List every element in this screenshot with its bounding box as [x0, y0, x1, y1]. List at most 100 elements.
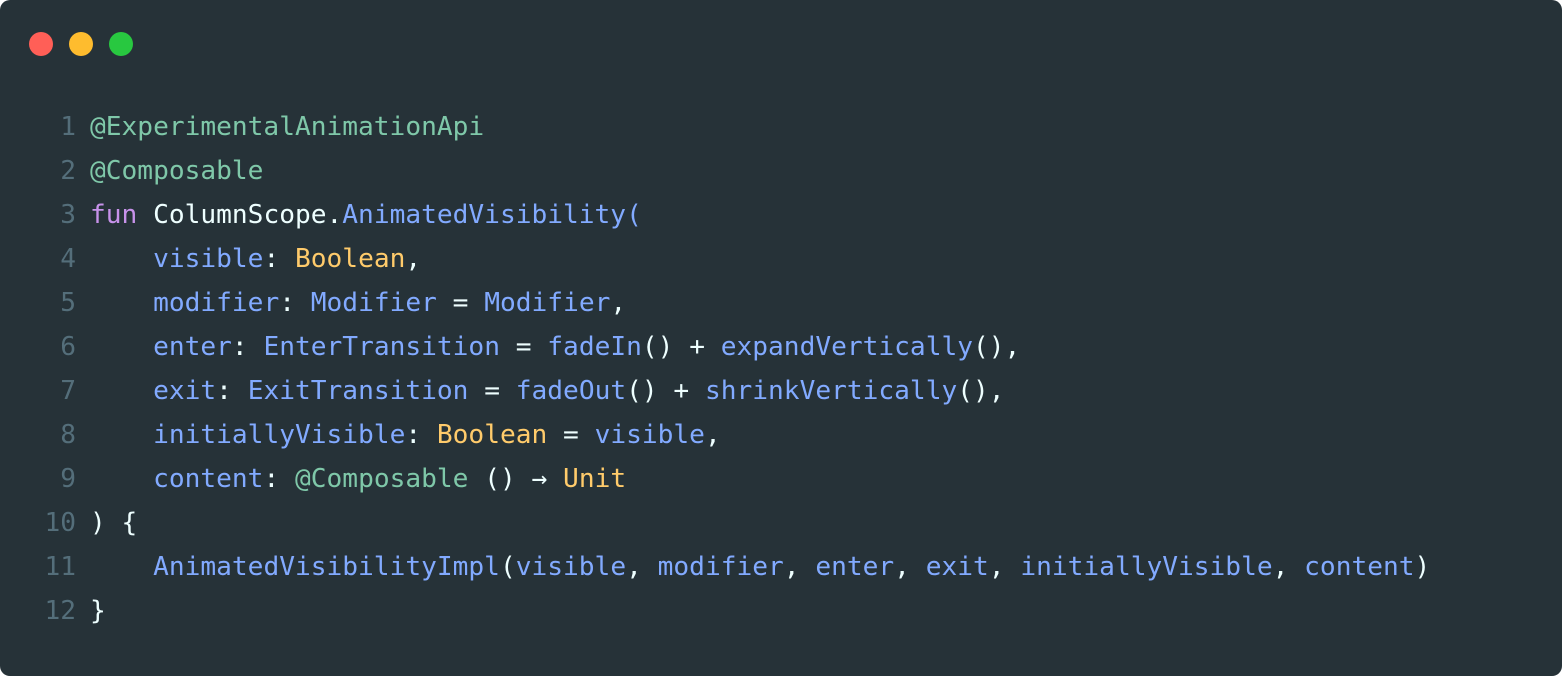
code-token-plain: =: [547, 420, 595, 450]
code-token-type: Boolean: [295, 244, 406, 274]
code-token-plain: ,: [1272, 552, 1305, 582]
line-number: 3: [60, 200, 76, 230]
code-line: 4 visible: Boolean,: [0, 237, 1562, 281]
code-token-plain: :: [263, 464, 295, 494]
code-token-function: (: [626, 200, 642, 230]
code-token-plain: (: [499, 552, 516, 582]
code-line: 1 @ExperimentalAnimationApi: [0, 105, 1562, 149]
code-token-function: exit: [153, 376, 217, 406]
code-text: exit: ExitTransition = fadeOut() + shrin…: [76, 369, 1005, 413]
code-token-plain: ,: [894, 552, 926, 582]
code-token-function: fadeIn: [547, 332, 642, 362]
code-token-function: Modifier: [484, 288, 611, 318]
code-token-plain: (),: [957, 376, 1005, 406]
line-number: 10: [44, 508, 76, 538]
line-number: 11: [44, 552, 76, 582]
code-token-plain: () →: [468, 464, 564, 494]
code-token-function: shrinkVertically: [704, 376, 958, 406]
code-line: 2 @Composable: [0, 149, 1562, 193]
code-token-plain: :: [231, 332, 264, 362]
code-token-plain: :: [216, 376, 248, 406]
line-number: 2: [60, 156, 76, 186]
code-token-function: content: [1304, 552, 1415, 582]
code-token-plain: ColumnScope.: [137, 200, 343, 230]
code-text: ) {: [76, 501, 137, 545]
code-token-function: fadeOut: [515, 376, 627, 406]
close-button[interactable]: [29, 32, 53, 56]
code-block: 1 @ExperimentalAnimationApi 2 @Composable 3 f…: [0, 105, 1562, 633]
code-token-plain: (),: [973, 332, 1021, 362]
code-token-keyword: fun: [90, 200, 138, 230]
code-token-annotation: @ExperimentalAnimationApi: [90, 112, 485, 142]
line-number: 4: [60, 244, 76, 274]
line-number: 9: [60, 464, 76, 494]
line-number: 5: [60, 288, 76, 318]
code-token-function: EnterTransition: [263, 332, 500, 362]
code-text: @ExperimentalAnimationApi: [76, 105, 484, 149]
code-token-function: visible: [515, 552, 627, 582]
code-token-plain: =: [436, 288, 485, 318]
maximize-button[interactable]: [109, 32, 133, 56]
line-number: 6: [60, 332, 76, 362]
code-token-plain: ,: [610, 288, 627, 318]
code-token-plain: =: [499, 332, 548, 362]
code-text: visible: Boolean,: [76, 237, 421, 281]
code-token-function: content: [153, 464, 264, 494]
code-token-plain: ) {: [90, 508, 138, 538]
code-line: 12}: [0, 589, 1562, 633]
code-text: enter: EnterTransition = fadeIn() + expa…: [76, 325, 1020, 369]
minimize-button[interactable]: [69, 32, 93, 56]
code-text: }: [76, 589, 106, 633]
code-text: modifier: Modifier = Modifier,: [76, 281, 626, 325]
code-line: 6 enter: EnterTransition = fadeIn() + ex…: [0, 325, 1562, 369]
code-token-plain: ): [1414, 552, 1431, 582]
line-number: 12: [44, 596, 76, 626]
code-token-type: Unit: [563, 464, 627, 494]
code-token-function: visible: [594, 420, 705, 450]
code-token-annotation: @Composable: [90, 156, 264, 186]
code-line: 7 exit: ExitTransition = fadeOut() + shr…: [0, 369, 1562, 413]
code-token-plain: () +: [626, 376, 705, 406]
code-token-function: expandVertically: [720, 332, 973, 362]
code-token-plain: }: [90, 596, 106, 626]
code-token-plain: :: [405, 420, 437, 450]
code-line: 8 initiallyVisible: Boolean = visible,: [0, 413, 1562, 457]
code-token-plain: :: [263, 244, 295, 274]
code-line: 5 modifier: Modifier = Modifier,: [0, 281, 1562, 325]
code-token-plain: ,: [405, 244, 422, 274]
code-line: 9 content: @Composable () → Unit: [0, 457, 1562, 501]
code-token-function: modifier: [153, 288, 280, 318]
code-token-annotation: @Composable: [295, 464, 469, 494]
code-token-function: AnimatedVisibility: [342, 200, 627, 230]
code-token-function: ExitTransition: [247, 376, 469, 406]
code-token-function: enter: [153, 332, 232, 362]
code-token-plain: ,: [704, 420, 721, 450]
code-token-plain: ,: [626, 552, 658, 582]
code-token-plain: () +: [641, 332, 721, 362]
code-token-function: AnimatedVisibilityImpl: [153, 552, 500, 582]
code-token-type: Boolean: [436, 420, 548, 450]
code-token-plain: ,: [988, 552, 1021, 582]
code-text: AnimatedVisibilityImpl(visible, modifier…: [76, 545, 1430, 589]
code-token-function: modifier: [657, 552, 784, 582]
code-window: 1 @ExperimentalAnimationApi 2 @Composable 3 f…: [0, 0, 1562, 676]
line-number: 1: [60, 112, 76, 142]
code-text: initiallyVisible: Boolean = visible,: [76, 413, 721, 457]
code-token-function: exit: [925, 552, 989, 582]
code-token-function: Modifier: [310, 288, 437, 318]
code-token-plain: ,: [783, 552, 816, 582]
code-token-function: initiallyVisible: [153, 420, 406, 450]
code-text: fun ColumnScope.AnimatedVisibility(: [76, 193, 642, 237]
code-line: 10 ) {: [0, 501, 1562, 545]
code-token-plain: =: [468, 376, 516, 406]
code-text: content: @Composable () → Unit: [76, 457, 626, 501]
code-text: @Composable: [76, 149, 263, 193]
line-number: 7: [60, 376, 76, 406]
